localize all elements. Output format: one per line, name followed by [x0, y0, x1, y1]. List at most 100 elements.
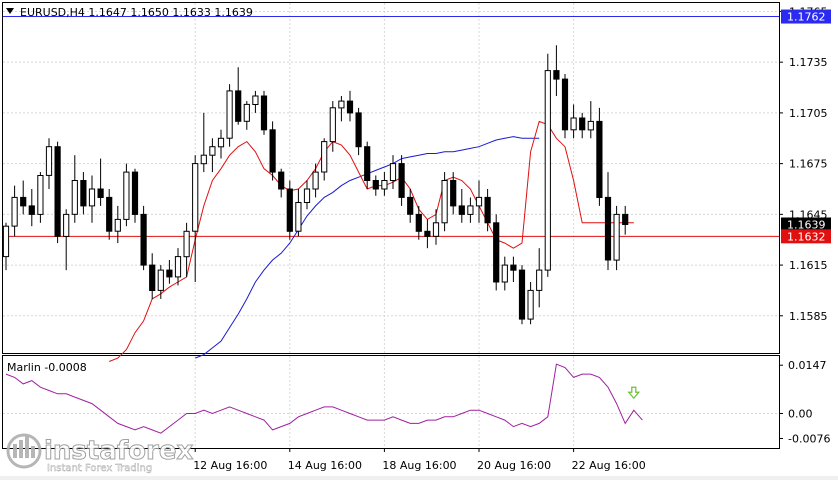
candle-body-bull — [174, 256, 182, 278]
candle-body-bear — [80, 180, 87, 207]
candle-body-bear — [286, 188, 293, 232]
candle-body-bull — [209, 146, 216, 156]
candle-body-bear — [415, 213, 422, 232]
candle-body-bull — [192, 163, 199, 232]
candle[interactable] — [269, 121, 276, 181]
price-axis: 1.17651.17351.17051.16751.16451.16151.15… — [779, 5, 831, 323]
candle-body-bull — [303, 188, 311, 203]
candle-body-bull — [243, 103, 250, 122]
candle-body-bear — [28, 205, 35, 215]
candle-body-bull — [587, 120, 594, 131]
candle-body-bull — [45, 146, 53, 176]
time-label: 22 Aug 16:00 — [572, 459, 646, 472]
candle-body-bull — [389, 163, 397, 182]
candle-body-bear — [372, 180, 379, 190]
candle-body-bull — [114, 218, 121, 232]
candle-body-bear — [97, 188, 104, 198]
watermark-tagline: Instant Forex Trading — [47, 463, 152, 474]
candle-body-bear — [561, 78, 569, 131]
price-tick-label: 1.1615 — [789, 259, 828, 272]
support-price-badge: 1.1632 — [787, 230, 826, 243]
candle-body-bear — [149, 264, 156, 292]
candle-body-bull — [312, 171, 319, 190]
candle-body-bull — [252, 95, 259, 105]
candle-body-bull — [501, 264, 508, 283]
candle-body-bear — [622, 213, 629, 225]
candle-body-bull — [157, 269, 164, 291]
candle[interactable] — [54, 141, 61, 244]
candle-body-bear — [54, 146, 61, 237]
candle-body-bull — [88, 188, 96, 207]
candle[interactable] — [596, 107, 603, 206]
candle[interactable] — [260, 90, 268, 135]
time-label: 14 Aug 16:00 — [288, 459, 362, 472]
candle-body-bull — [441, 180, 448, 224]
candle-body-bull — [527, 289, 534, 320]
candle-body-bull — [321, 141, 328, 173]
candle-body-bull — [329, 107, 336, 143]
candle-body-bear — [579, 117, 586, 131]
indicator-tick-label: 0.00 — [788, 408, 813, 421]
price-tick-label: 1.1675 — [789, 158, 828, 171]
candle[interactable] — [226, 84, 233, 147]
watermark: instaforex Instant Forex Trading — [6, 433, 194, 474]
candle-body-bear — [235, 90, 242, 122]
candle-body-bull — [37, 175, 44, 215]
time-label: 20 Aug 16:00 — [477, 459, 551, 472]
candle-body-bear — [346, 100, 354, 114]
candle-body-bull — [217, 137, 225, 148]
candle-body-bear — [553, 70, 560, 80]
candle[interactable] — [123, 163, 130, 227]
candle-body-bear — [484, 196, 491, 224]
candle-body-bull — [467, 205, 474, 215]
candle-body-bull — [432, 222, 440, 237]
candle[interactable] — [131, 168, 139, 223]
chart-canvas[interactable]: 1.17651.17351.17051.16751.16451.16151.15… — [0, 0, 838, 476]
candle-body-bear — [424, 230, 431, 237]
candle-body-bull — [536, 269, 543, 291]
candle[interactable] — [493, 214, 500, 291]
candle[interactable] — [286, 180, 293, 240]
candle-body-bull — [183, 230, 190, 258]
candle-body-bull — [475, 196, 483, 207]
candle[interactable] — [441, 172, 448, 232]
candle-body-bull — [200, 154, 207, 165]
candle-body-bull — [71, 180, 78, 215]
time-axis: 12 Aug 16:00 14 Aug 16:00 18 Aug 16:00 20 A… — [193, 448, 646, 472]
candle[interactable] — [140, 205, 147, 271]
candle-body-bear — [20, 196, 27, 207]
candle-body-bear — [106, 196, 113, 232]
candle-body-bear — [131, 171, 139, 215]
candle-body-bull — [613, 213, 620, 261]
candle[interactable] — [518, 265, 526, 325]
candle-body-bull — [63, 213, 70, 237]
candle-body-bull — [11, 196, 18, 227]
price-tick-label: 1.1585 — [789, 310, 828, 323]
price-tick-label: 1.1705 — [789, 107, 828, 120]
candle-body-bear — [269, 129, 276, 173]
candle-body-bull — [544, 70, 551, 271]
candle-body-bull — [226, 90, 233, 139]
price-tick-label: 1.1735 — [789, 56, 828, 69]
candle-body-bear — [364, 146, 371, 181]
candle-body-bear — [260, 95, 268, 131]
candle-body-bull — [295, 202, 302, 232]
indicator-title: Marlin -0.0008 — [7, 361, 87, 374]
candle-body-bear — [604, 196, 612, 261]
candle-body-bull — [2, 225, 10, 258]
candle-body-bear — [398, 163, 405, 198]
indicator-plot-area[interactable] — [2, 355, 780, 449]
time-label: 18 Aug 16:00 — [382, 459, 456, 472]
candle-body-bear — [166, 269, 173, 278]
candle-body-bear — [596, 120, 603, 198]
candle[interactable] — [561, 74, 569, 139]
candle-body-bear — [493, 222, 500, 283]
indicator-axis: 0.0147 0.00 -0.0076 — [779, 359, 830, 445]
candle[interactable] — [544, 53, 551, 277]
indicator-tick-label: 0.0147 — [788, 359, 827, 372]
candle[interactable] — [613, 205, 620, 271]
symbol-header: EURUSD,H4 1.1647 1.1650 1.1633 1.1639 — [20, 6, 253, 19]
candle-body-bull — [570, 117, 577, 131]
candle-body-bear — [450, 180, 457, 207]
candle-body-bear — [140, 213, 147, 266]
